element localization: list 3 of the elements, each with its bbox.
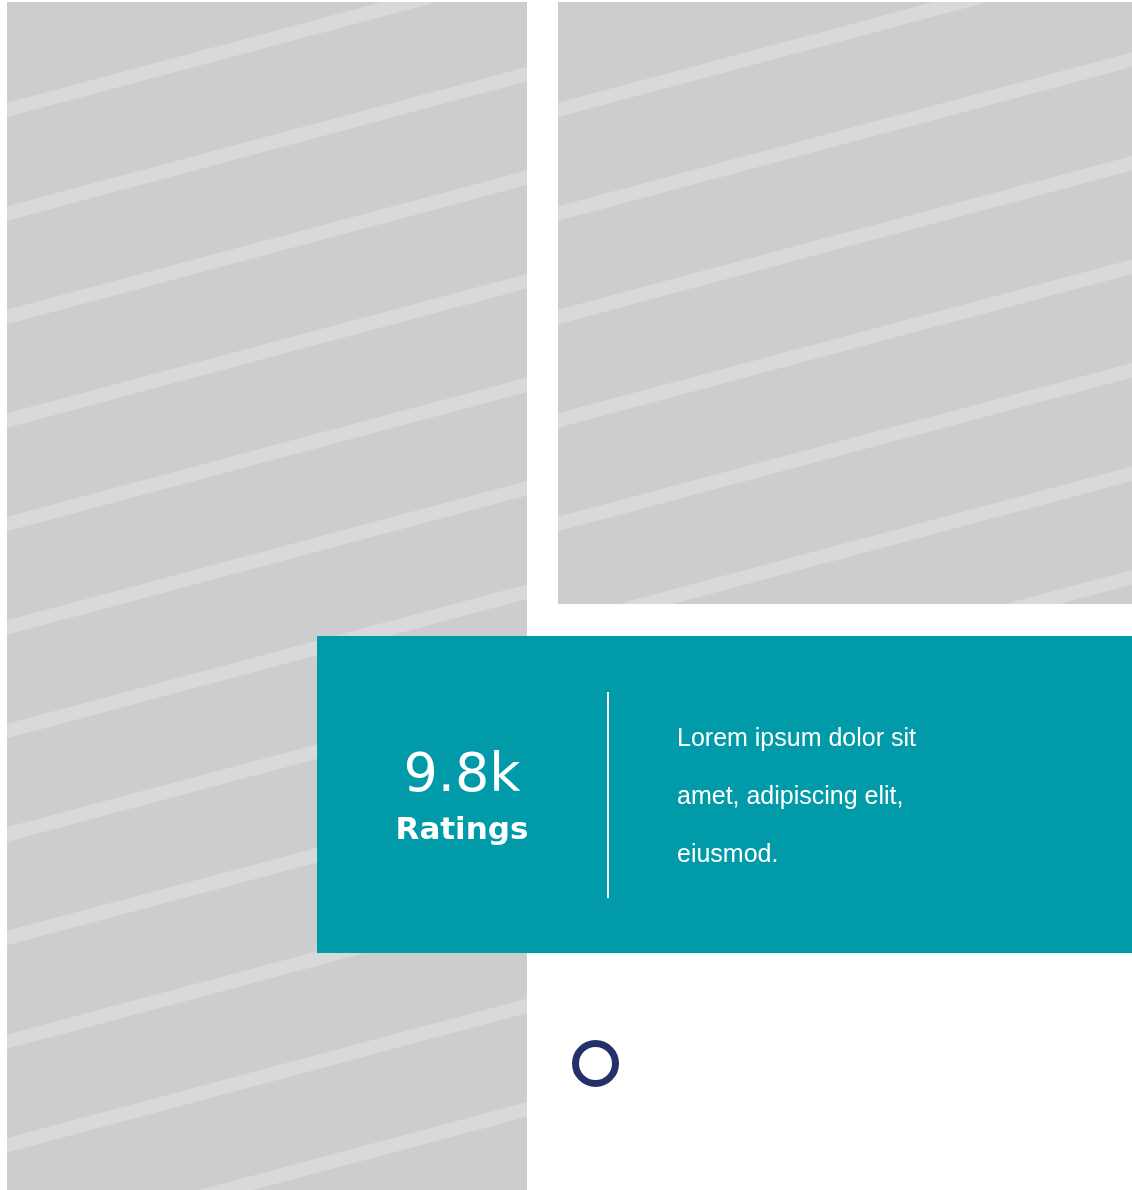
stat-description: Lorem ipsum dolor sit amet, adipiscing elit, eiusmod. xyxy=(677,721,917,869)
stat-value: 9.8k xyxy=(403,742,521,803)
stat-label: Ratings xyxy=(395,810,529,847)
